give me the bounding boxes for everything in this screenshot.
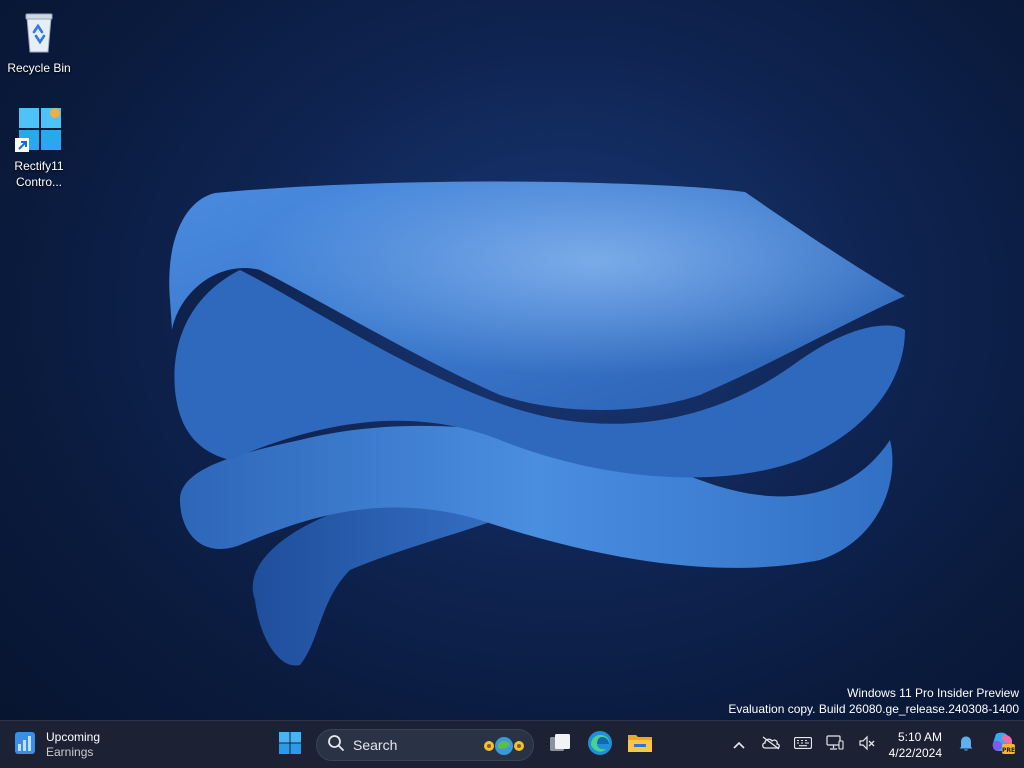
clock-time: 5:10 AM	[897, 730, 942, 744]
volume-button[interactable]	[851, 725, 883, 765]
copilot-button[interactable]: PRE	[982, 725, 1024, 765]
recycle-bin-label: Recycle Bin	[7, 61, 71, 75]
recycle-bin-icon	[15, 8, 63, 56]
copilot-icon: PRE	[990, 731, 1016, 760]
recycle-bin-shortcut[interactable]: Recycle Bin	[1, 8, 77, 76]
notifications-button[interactable]	[950, 725, 982, 765]
search-highlight-icon	[481, 734, 527, 763]
search-icon	[327, 734, 345, 757]
chevron-up-icon	[733, 736, 745, 754]
keyboard-icon	[793, 736, 812, 754]
edge-button[interactable]	[580, 725, 620, 765]
network-icon	[826, 734, 844, 756]
onedrive-button[interactable]	[755, 725, 787, 765]
file-explorer-button[interactable]	[620, 725, 660, 765]
watermark-line2: Evaluation copy. Build 26080.ge_release.…	[728, 702, 1019, 716]
taskbar: Upcoming Earnings Search 5:10 AM 4/22/20…	[0, 720, 1024, 768]
stock-chart-icon	[14, 731, 36, 760]
widget-title: Upcoming	[46, 730, 101, 744]
keyboard-button[interactable]	[787, 725, 819, 765]
notification-bell-icon	[958, 734, 974, 757]
rectify11-control-shortcut[interactable]: Rectify11 Contro...	[1, 106, 77, 190]
edge-icon	[587, 730, 613, 761]
start-button[interactable]	[270, 725, 310, 765]
volume-muted-icon	[858, 735, 876, 756]
rectify11-label: Rectify11 Contro...	[14, 159, 64, 189]
widget-subtitle: Earnings	[46, 745, 94, 759]
clock-button[interactable]: 5:10 AM 4/22/2024	[883, 729, 950, 761]
task-view-button[interactable]	[540, 725, 580, 765]
watermark-line1: Windows 11 Pro Insider Preview	[847, 686, 1019, 700]
desktop[interactable]: Recycle Bin Rectify11 Contro... Windows …	[0, 0, 1024, 720]
bloom-wallpaper	[169, 181, 906, 666]
file-explorer-icon	[627, 732, 653, 759]
svg-text:PRE: PRE	[1002, 747, 1015, 754]
build-watermark: Windows 11 Pro Insider Preview Evaluatio…	[728, 685, 1019, 717]
search-placeholder: Search	[353, 737, 398, 753]
start-icon	[278, 731, 302, 760]
network-button[interactable]	[819, 725, 851, 765]
show-hidden-icons-button[interactable]	[723, 725, 755, 765]
control-panel-icon	[15, 106, 63, 154]
clock-date: 4/22/2024	[888, 746, 942, 760]
widgets-button[interactable]: Upcoming Earnings	[14, 727, 100, 763]
task-view-icon	[548, 731, 572, 760]
search-box[interactable]: Search	[316, 729, 534, 761]
onedrive-offline-icon	[761, 735, 781, 755]
